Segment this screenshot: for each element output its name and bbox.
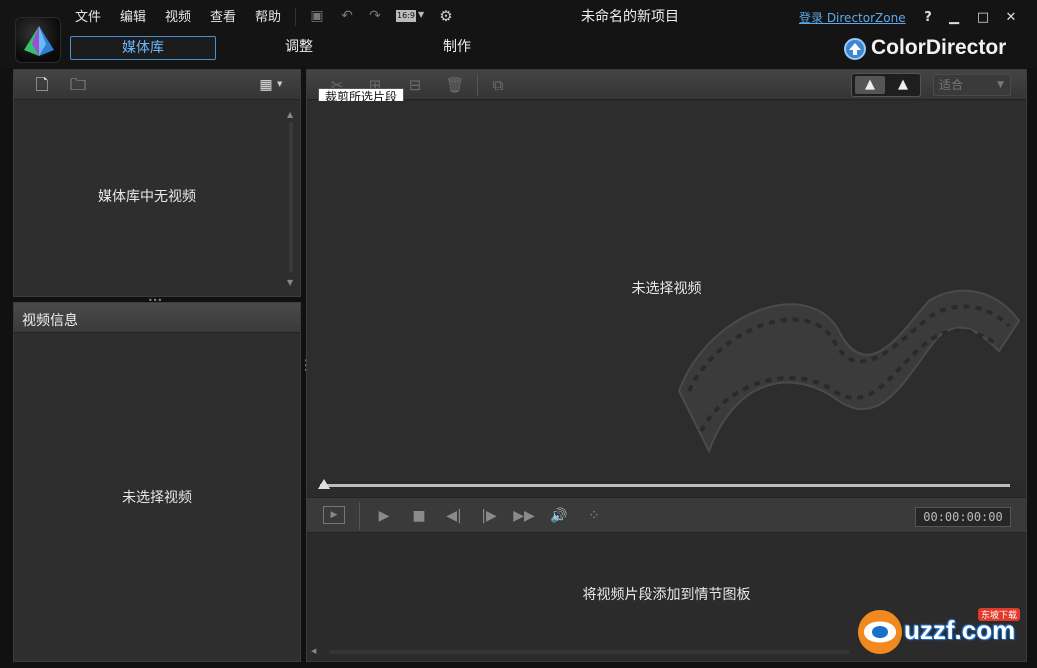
volume-icon[interactable]: 🔊 [548,506,570,526]
scrubber-track[interactable] [320,484,1010,487]
import-media-icon[interactable]: 🗋 [32,76,52,94]
menu-help[interactable]: 帮助 [255,6,281,25]
toolbar-divider [477,74,478,96]
play-icon[interactable]: ▶ [373,506,395,526]
stop-icon[interactable]: ■ [408,506,430,526]
preview-panel: ✂ ⊞ ⊟ 🗑 ⧉ ▲ ▲ 适合 ▼ 裁剪所选片段 未选择视频 ▶ ▶ ■ ◀| [306,69,1027,662]
aspect-ratio-button[interactable]: 16:9 [396,10,416,22]
title-bar: 文件 编辑 视频 查看 帮助 ▣ ↶ ↷ 16:9 ▼ ⚙ 未命名的新项目 登录… [0,0,1037,68]
media-library-panel: 🗋 🗀 ▦ ▼ 媒体库中无视频 ▲ ▼ [13,69,301,297]
tab-produce[interactable]: 制作 [384,36,530,60]
zoom-fit-select[interactable]: 适合 ▼ [933,74,1011,96]
zoom-fit-value: 适合 [939,78,964,92]
redo-icon[interactable]: ↷ [366,8,384,24]
rotate-crop-icon[interactable]: ⧉ [488,76,508,94]
app-logo [15,17,61,63]
library-toolbar: 🗋 🗀 ▦ ▼ [14,70,300,100]
upload-arrow-icon [844,38,866,60]
menu-view[interactable]: 查看 [210,6,236,25]
preview-mode-icon[interactable]: ▶ [323,506,345,524]
login-directorzone-link[interactable]: 登录 DirectorZone [799,9,906,26]
next-frame-icon[interactable]: |▶ [478,506,500,526]
video-info-header: 视频信息 [14,303,300,333]
compare-view-icon[interactable]: ▲ [888,76,918,94]
prism-logo-icon [24,26,54,56]
import-folder-icon[interactable]: 🗀 [68,76,88,94]
film-reel-decoration [677,289,1021,454]
menu-file[interactable]: 文件 [75,6,101,25]
video-viewer[interactable]: 未选择视频 [307,101,1026,481]
fast-forward-icon[interactable]: ▶▶ [513,506,535,526]
grid-view-icon[interactable]: ▦ [256,76,276,94]
brand-name: ColorDirector [871,36,1007,59]
snapshot-icon[interactable]: ⁘ [583,506,605,526]
scroll-up-icon[interactable]: ▲ [287,110,293,119]
tab-adjust[interactable]: 调整 [226,36,372,60]
help-button[interactable]: ? [920,10,936,26]
preview-toolbar: ✂ ⊞ ⊟ 🗑 ⧉ ▲ ▲ 适合 ▼ [307,70,1026,100]
timecode-display: 00:00:00:00 [915,507,1011,527]
watermark-logo-icon [858,610,902,654]
view-mode-toggle[interactable]: ▲ ▲ [851,73,921,97]
previous-frame-icon[interactable]: ◀| [443,506,465,526]
library-scrollbar[interactable]: ▲ ▼ [287,110,295,290]
settings-gear-icon[interactable]: ⚙ [437,8,455,24]
scrubber-handle[interactable] [318,479,330,489]
video-info-empty-message: 未选择视频 [122,490,192,506]
menu-edit[interactable]: 编辑 [120,6,146,25]
controls-divider [359,502,360,530]
chevron-down-icon[interactable]: ▼ [997,75,1004,95]
menu-divider [295,8,296,26]
tab-media-library[interactable]: 媒体库 [70,36,216,60]
window-title: 未命名的新项目 [581,9,679,25]
scroll-track[interactable] [289,122,293,272]
undo-icon[interactable]: ↶ [338,8,356,24]
scroll-left-icon[interactable]: ◀ [311,647,316,655]
save-icon[interactable]: ▣ [308,8,326,24]
maximize-button[interactable]: □ [975,10,991,26]
library-empty-message: 媒体库中无视频 [98,189,196,205]
timeline-scrubber[interactable] [318,479,1010,489]
viewer-empty-message: 未选择视频 [631,281,702,297]
menu-video[interactable]: 视频 [165,6,191,25]
chevron-down-icon[interactable]: ▼ [277,80,282,88]
watermark-badge: 东坡下载 [978,608,1021,621]
chevron-down-icon[interactable]: ▼ [418,10,424,19]
scroll-track[interactable] [329,650,849,654]
close-button[interactable]: ✕ [1003,10,1019,26]
storyboard-scrollbar[interactable]: ◀ [311,647,871,655]
merge-clip-icon[interactable]: ⊟ [405,76,425,94]
scroll-down-icon[interactable]: ▼ [287,278,293,287]
site-watermark: uzzf.com 东坡下载 [850,600,1030,662]
video-info-panel: 视频信息 未选择视频 [13,302,301,662]
delete-trash-icon[interactable]: 🗑 [445,76,465,94]
minimize-button[interactable]: ▁ [946,10,962,26]
playback-controls: ▶ ▶ ■ ◀| |▶ ▶▶ 🔊 ⁘ 00:00:00:00 [307,497,1026,533]
single-view-icon[interactable]: ▲ [855,76,885,94]
video-info-title: 视频信息 [22,313,78,329]
